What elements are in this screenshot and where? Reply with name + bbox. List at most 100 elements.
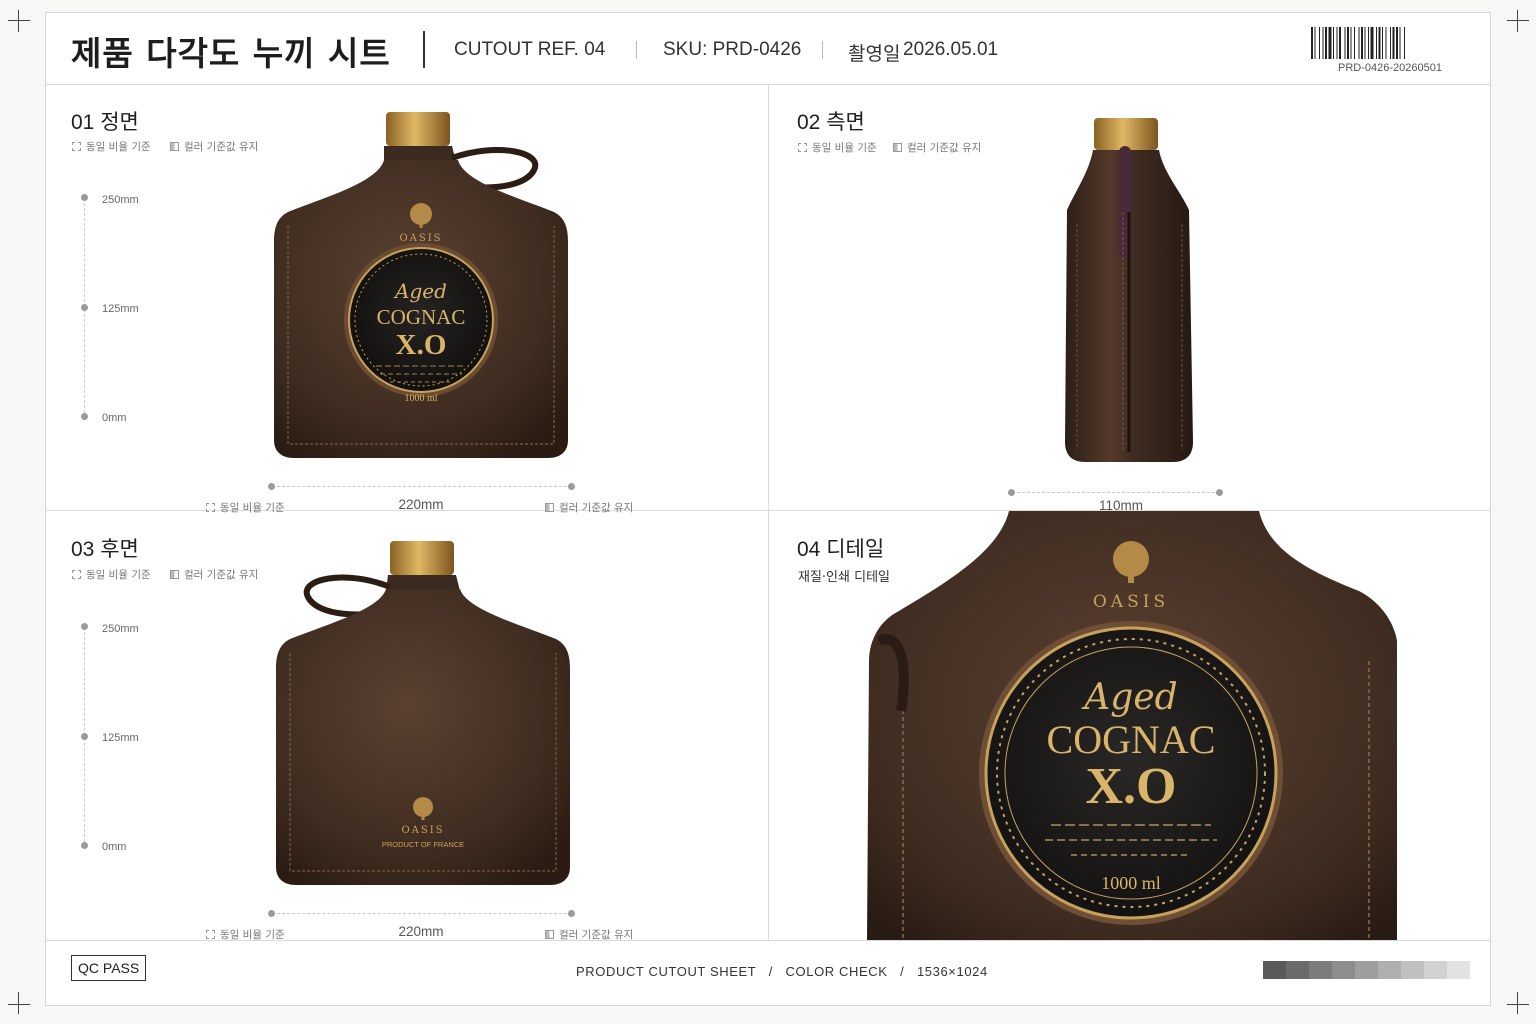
label-volume: 1000 ml (1101, 873, 1161, 893)
ruler-tick: 125mm (102, 303, 139, 315)
sku: SKU: PRD-0426 (663, 39, 802, 60)
panel-title: 01 정면 (71, 111, 139, 134)
ruler-tick: 0mm (102, 412, 127, 424)
ruler-dot (568, 483, 575, 490)
panel-detail: OASIS Aged COGNAC X.O 1000 ml 04 디테일 재질·… (769, 511, 1492, 940)
ratio-badge: 동일 비율 기준 (72, 139, 151, 154)
crop-mark (18, 10, 19, 32)
label-detail-image: OASIS Aged COGNAC X.O 1000 ml (867, 511, 1397, 940)
divider (423, 31, 425, 68)
gray-swatch (1401, 961, 1424, 979)
ratio-badge: 동일 비율 기준 (798, 140, 877, 155)
badge-text: 동일 비율 기준 (812, 142, 877, 154)
color-badge: 컬러 기준값 유지 (893, 140, 981, 155)
gray-swatch (1424, 961, 1447, 979)
ruler-tick: 125mm (102, 732, 139, 744)
crop-mark (8, 1004, 30, 1005)
label-aged: Aged (393, 279, 447, 303)
bottle-side-image (1065, 118, 1193, 462)
ruler-dot (268, 910, 275, 917)
gray-swatch (1332, 961, 1355, 979)
color-badge: 컬러 기준값 유지 (170, 139, 258, 154)
panel-back: 03 후면 동일 비율 기준 컬러 기준값 유지 250mm 125mm 0mm… (46, 511, 768, 941)
bottle-back-image: OASIS PRODUCT OF FRANCE (276, 541, 570, 885)
ruler-tick: 250mm (102, 623, 139, 635)
sheet-footer: QC PASS PRODUCT CUTOUT SHEET / COLOR CHE… (46, 940, 1490, 1008)
qc-pass-badge: QC PASS (71, 955, 147, 981)
color-swatch-icon (170, 142, 179, 151)
sheet-header: 제품 다각도 누끼 시트 CUTOUT REF. 04 SKU: PRD-042… (46, 13, 1490, 85)
label-cognac: COGNAC (1047, 717, 1216, 762)
ratio-icon (206, 930, 215, 939)
ruler-dot (268, 483, 275, 490)
panel-side: 02 측면 동일 비율 기준 컬러 기준값 유지 110mm (769, 84, 1492, 513)
ratio-icon (72, 570, 81, 579)
crop-mark (1507, 1004, 1529, 1005)
color-swatch-icon (170, 570, 179, 579)
label-origin: PRODUCT OF FRANCE (382, 840, 464, 849)
crop-mark (8, 20, 30, 21)
label-cognac: COGNAC (377, 305, 466, 329)
badge-text: 컬러 기준값 유지 (184, 569, 259, 581)
ratio-badge: 동일 비율 기준 (72, 567, 151, 582)
panel-front: 01 정면 동일 비율 기준 컬러 기준값 유지 250mm 125mm 0mm (46, 84, 768, 514)
ruler-tick: 0mm (102, 841, 127, 853)
width-dimension: 220mm (398, 497, 444, 512)
ruler-dot (81, 842, 88, 849)
panel-title: 04 디테일 (797, 538, 885, 561)
ratio-icon (798, 143, 807, 152)
gray-swatch (1447, 961, 1470, 979)
gray-swatch (1309, 961, 1332, 979)
gray-scale-swatches (1263, 961, 1470, 979)
gray-swatch (1378, 961, 1401, 979)
ruler-dot (81, 413, 88, 420)
label-grade: X.O (1086, 758, 1177, 815)
label-brand: OASIS (401, 825, 444, 836)
width-ruler (1012, 492, 1220, 494)
label-volume: 1000 ml (404, 393, 437, 404)
ruler-dot (568, 910, 575, 917)
crop-mark (1507, 20, 1529, 21)
panel-title: 03 후면 (71, 538, 139, 561)
crop-mark (18, 992, 19, 1014)
width-dimension: 220mm (398, 924, 444, 939)
divider (636, 41, 637, 59)
panel-title: 02 측면 (797, 111, 865, 134)
ruler-dot (81, 623, 88, 630)
width-ruler (272, 913, 572, 915)
ruler-dot (1216, 489, 1223, 496)
sheet-title: 제품 다각도 누끼 시트 (71, 34, 391, 73)
badge-text: 컬러 기준값 유지 (184, 141, 259, 153)
panel-subtitle: 재질·인쇄 디테일 (798, 570, 890, 585)
label-grade: X.O (396, 329, 447, 361)
label-aged: Aged (1081, 677, 1177, 718)
width-ruler (272, 486, 572, 488)
badge-text: 컬러 기준값 유지 (907, 142, 982, 154)
shoot-date: 2026.05.01 (903, 39, 999, 60)
footer-info: PRODUCT CUTOUT SHEET / COLOR CHECK / 153… (576, 964, 988, 979)
gray-swatch (1355, 961, 1378, 979)
ruler-dot (1008, 489, 1015, 496)
ratio-icon (72, 142, 81, 151)
cutout-sheet: 제품 다각도 누끼 시트 CUTOUT REF. 04 SKU: PRD-042… (45, 12, 1491, 1006)
divider (822, 41, 823, 59)
cutout-ref: CUTOUT REF. 04 (454, 39, 606, 60)
ruler-dot (81, 304, 88, 311)
barcode-number: PRD-0426-20260501 (1338, 62, 1442, 74)
barcode (1311, 27, 1405, 59)
gray-swatch (1263, 961, 1286, 979)
badge-text: 동일 비율 기준 (86, 141, 151, 153)
badge-text: 동일 비율 기준 (86, 569, 151, 581)
color-swatch-icon (545, 930, 554, 939)
gray-swatch (1286, 961, 1309, 979)
label-brand: OASIS (399, 233, 442, 244)
color-badge: 컬러 기준값 유지 (170, 567, 258, 582)
ruler-tick: 250mm (102, 194, 139, 206)
crop-mark (1517, 992, 1518, 1014)
ruler-dot (81, 194, 88, 201)
crop-mark (1517, 10, 1518, 32)
color-swatch-icon (893, 143, 902, 152)
shoot-date-label: 촬영일 (848, 44, 901, 65)
ruler-dot (81, 733, 88, 740)
bottle-front-image: OASIS Aged COGNAC X.O 1000 ml (274, 112, 568, 458)
